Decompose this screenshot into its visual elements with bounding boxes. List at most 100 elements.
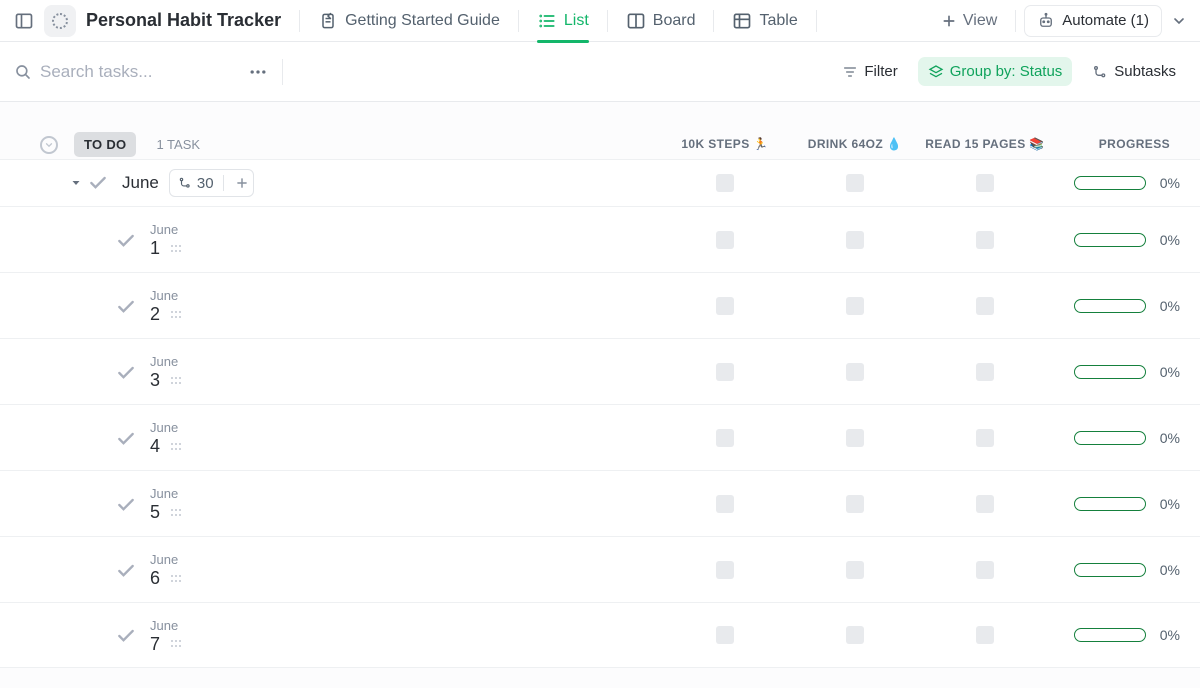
subtask-day: 2 bbox=[150, 304, 160, 325]
progress-value: 0% bbox=[1154, 562, 1180, 578]
progress-bar bbox=[1074, 431, 1146, 445]
toolbar-more-button[interactable] bbox=[244, 58, 272, 86]
checkbox-steps[interactable] bbox=[716, 429, 734, 447]
checkbox-drink[interactable] bbox=[846, 495, 864, 513]
checkbox-read[interactable] bbox=[976, 363, 994, 381]
automate-button[interactable]: Automate (1) bbox=[1024, 5, 1162, 37]
sidebar-toggle-button[interactable] bbox=[10, 7, 38, 35]
column-header-drink[interactable]: DRINK 64OZ 💧 bbox=[790, 137, 920, 151]
task-count: 1 TASK bbox=[156, 137, 200, 152]
column-header-steps[interactable]: 10K STEPS 🏃 bbox=[660, 137, 790, 151]
checkbox-read[interactable] bbox=[976, 495, 994, 513]
progress-value: 0% bbox=[1154, 175, 1180, 191]
tab-board[interactable]: Board bbox=[616, 0, 706, 42]
check-icon[interactable] bbox=[116, 626, 136, 646]
task-row-subtask[interactable]: June 3 0% bbox=[0, 338, 1200, 404]
chevron-down-small-icon bbox=[44, 140, 54, 150]
check-icon[interactable] bbox=[116, 231, 136, 251]
drag-handle-icon[interactable] bbox=[170, 376, 183, 386]
checkbox-drink[interactable] bbox=[846, 363, 864, 381]
progress-value: 0% bbox=[1154, 627, 1180, 643]
task-row-subtask[interactable]: June 6 0% bbox=[0, 536, 1200, 602]
subtask-day: 7 bbox=[150, 634, 160, 655]
progress-bar bbox=[1074, 233, 1146, 247]
progress-value: 0% bbox=[1154, 496, 1180, 512]
check-icon[interactable] bbox=[88, 173, 108, 193]
check-icon[interactable] bbox=[116, 297, 136, 317]
subtask-month: June bbox=[150, 288, 183, 303]
column-header-progress[interactable]: PROGRESS bbox=[1050, 137, 1180, 151]
divider bbox=[607, 10, 608, 32]
drag-handle-icon[interactable] bbox=[170, 574, 183, 584]
check-icon[interactable] bbox=[116, 363, 136, 383]
toolbar: Filter Group by: Status Subtasks bbox=[0, 42, 1200, 102]
checkbox-steps[interactable] bbox=[716, 363, 734, 381]
caret-down-icon[interactable] bbox=[70, 177, 82, 189]
filter-button[interactable]: Filter bbox=[832, 57, 907, 86]
task-row-subtask[interactable]: June 1 0% bbox=[0, 206, 1200, 272]
subtask-day: 5 bbox=[150, 502, 160, 523]
checkbox-steps[interactable] bbox=[716, 297, 734, 315]
subtask-count-badge[interactable]: 30 bbox=[169, 169, 254, 197]
task-row-subtask[interactable]: June 7 0% bbox=[0, 602, 1200, 668]
tab-table[interactable]: Table bbox=[722, 0, 807, 42]
layers-icon bbox=[928, 64, 944, 80]
group-by-label: Group by: Status bbox=[950, 63, 1063, 80]
check-icon[interactable] bbox=[116, 429, 136, 449]
subtask-month: June bbox=[150, 222, 183, 237]
add-view-button[interactable]: View bbox=[931, 12, 1007, 30]
drag-handle-icon[interactable] bbox=[170, 442, 183, 452]
search-input[interactable] bbox=[40, 62, 240, 82]
table-icon bbox=[732, 11, 752, 31]
plus-icon bbox=[941, 13, 957, 29]
checkbox-drink[interactable] bbox=[846, 429, 864, 447]
check-icon[interactable] bbox=[116, 561, 136, 581]
drag-handle-icon[interactable] bbox=[170, 508, 183, 518]
content-area: TO DO 1 TASK 10K STEPS 🏃 DRINK 64OZ 💧 RE… bbox=[0, 102, 1200, 688]
subtasks-button[interactable]: Subtasks bbox=[1082, 57, 1186, 86]
checkbox-drink[interactable] bbox=[846, 626, 864, 644]
checkbox-drink[interactable] bbox=[846, 561, 864, 579]
progress-cell: 0% bbox=[1050, 627, 1180, 643]
drag-handle-icon[interactable] bbox=[170, 244, 183, 254]
progress-cell: 0% bbox=[1050, 364, 1180, 380]
add-view-label: View bbox=[963, 12, 997, 30]
progress-cell: 0% bbox=[1050, 298, 1180, 314]
tab-getting-started[interactable]: Getting Started Guide bbox=[308, 0, 510, 42]
checkbox-steps[interactable] bbox=[716, 561, 734, 579]
checkbox-drink[interactable] bbox=[846, 231, 864, 249]
check-icon[interactable] bbox=[116, 495, 136, 515]
workspace-icon[interactable] bbox=[44, 5, 76, 37]
divider bbox=[282, 59, 283, 85]
checkbox-read[interactable] bbox=[976, 231, 994, 249]
subtask-month: June bbox=[150, 618, 183, 633]
divider bbox=[518, 10, 519, 32]
task-row-subtask[interactable]: June 4 0% bbox=[0, 404, 1200, 470]
checkbox-read[interactable] bbox=[976, 297, 994, 315]
group-by-button[interactable]: Group by: Status bbox=[918, 57, 1073, 86]
subtask-count-value: 30 bbox=[197, 175, 214, 192]
drag-handle-icon[interactable] bbox=[170, 639, 183, 649]
add-subtask-button[interactable] bbox=[233, 176, 251, 190]
drag-handle-icon[interactable] bbox=[170, 310, 183, 320]
task-row-subtask[interactable]: June 5 0% bbox=[0, 470, 1200, 536]
page-title[interactable]: Personal Habit Tracker bbox=[86, 10, 281, 31]
checkbox-read[interactable] bbox=[976, 429, 994, 447]
more-menu-button[interactable] bbox=[1168, 5, 1190, 37]
checkbox-read[interactable] bbox=[976, 561, 994, 579]
checkbox-steps[interactable] bbox=[716, 626, 734, 644]
subtask-month: June bbox=[150, 486, 183, 501]
tab-list[interactable]: List bbox=[527, 0, 599, 42]
checkbox-drink[interactable] bbox=[846, 297, 864, 315]
status-pill[interactable]: TO DO bbox=[74, 132, 136, 157]
checkbox-read[interactable] bbox=[976, 174, 994, 192]
task-row-parent[interactable]: June 30 0% bbox=[0, 159, 1200, 206]
status-circle-icon[interactable] bbox=[40, 136, 58, 154]
checkbox-drink[interactable] bbox=[846, 174, 864, 192]
checkbox-read[interactable] bbox=[976, 626, 994, 644]
column-header-read[interactable]: READ 15 PAGES 📚 bbox=[920, 137, 1050, 151]
task-row-subtask[interactable]: June 2 0% bbox=[0, 272, 1200, 338]
checkbox-steps[interactable] bbox=[716, 495, 734, 513]
checkbox-steps[interactable] bbox=[716, 231, 734, 249]
checkbox-steps[interactable] bbox=[716, 174, 734, 192]
